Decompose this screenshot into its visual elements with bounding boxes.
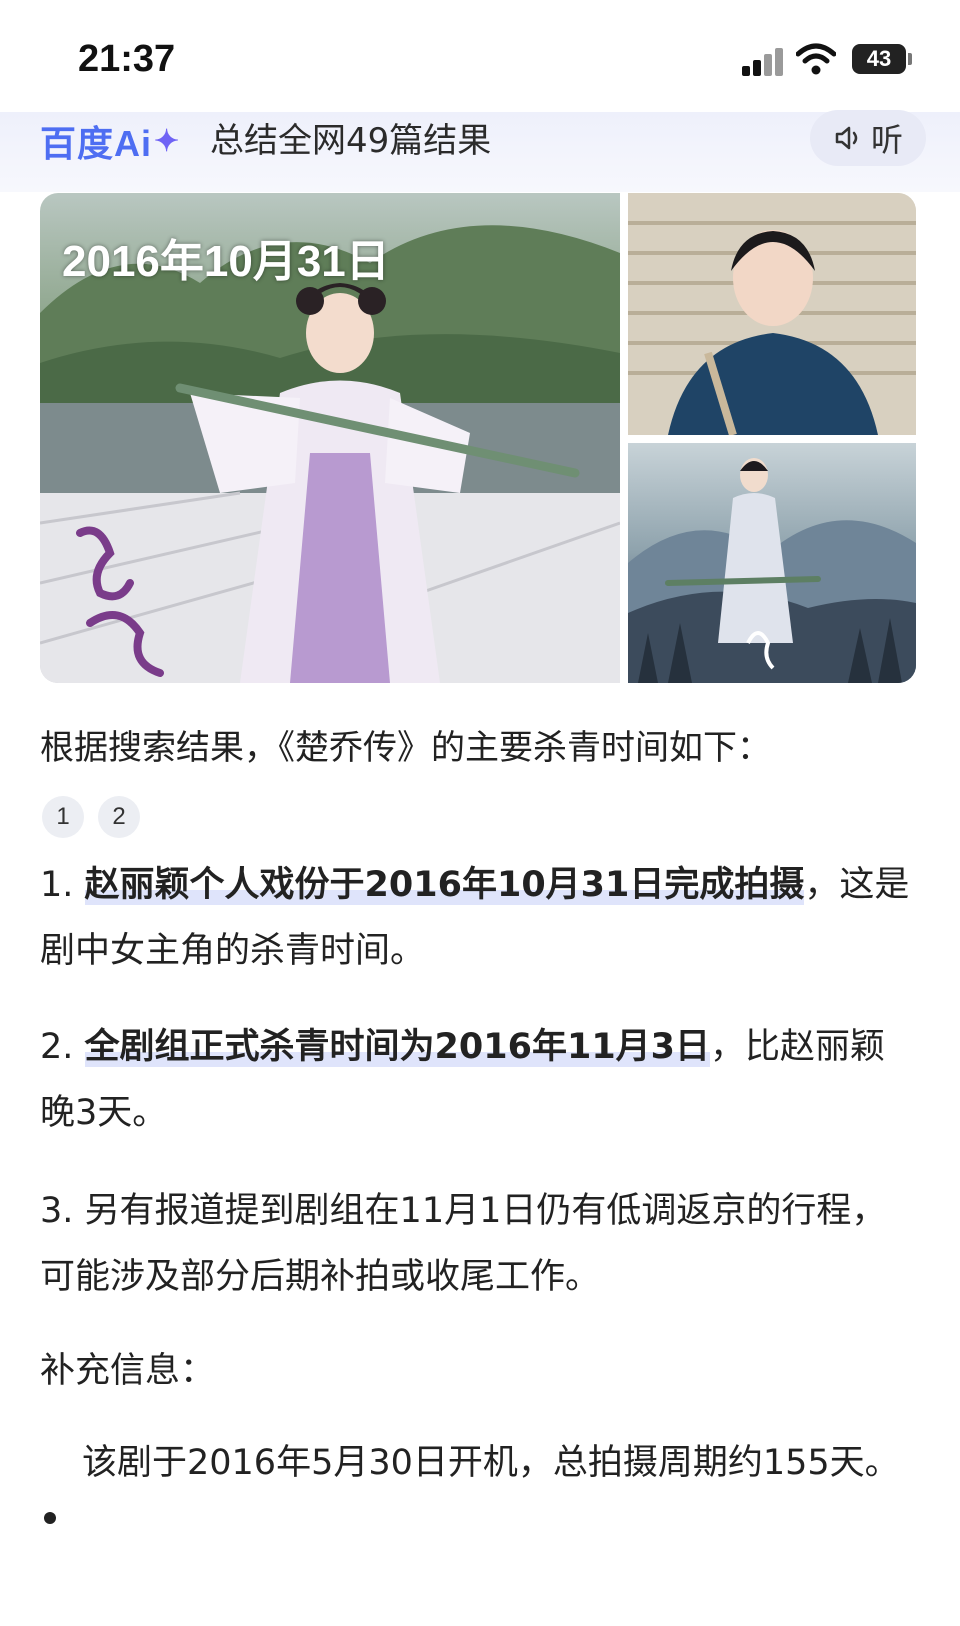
- baidu-ai-logo: 百度Ai ✦: [40, 116, 180, 166]
- item-highlight: 赵丽颖个人戏份于2016年10月31日完成拍摄: [84, 865, 805, 905]
- summary-title: 总结全网49篇结果: [210, 121, 492, 161]
- item-number: 2.: [40, 1027, 74, 1067]
- signal-icon: [742, 46, 786, 76]
- answer-item-3: 3. 另有报道提到剧组在11月1日仍有低调返京的行程，可能涉及部分后期补拍或收尾…: [40, 1178, 920, 1310]
- battery-tip: [908, 53, 912, 65]
- supplement-label: 补充信息：: [40, 1351, 216, 1391]
- answer-item-1: 1. 赵丽颖个人戏份于2016年10月31日完成拍摄，这是剧中女主角的杀青时间。: [40, 852, 920, 984]
- result-image-main[interactable]: 2016年10月31日: [40, 193, 620, 683]
- citation-list: 1 2: [42, 796, 140, 838]
- answer-intro: 根据搜索结果，《楚乔传》的主要杀青时间如下：: [40, 728, 771, 768]
- portrait-photo: [628, 193, 916, 435]
- wifi-icon: [796, 43, 836, 75]
- speaker-icon: [835, 126, 858, 150]
- item-text: 另有报道提到剧组在11月1日仍有低调返京的行程，可能涉及部分后期补拍或收尾工作。: [40, 1191, 887, 1297]
- result-image-top-right[interactable]: [628, 193, 916, 435]
- sparkle-icon: ✦: [154, 124, 181, 158]
- battery-icon: 43: [852, 44, 906, 74]
- citation-badge[interactable]: 2: [98, 796, 140, 838]
- item-number: 1.: [40, 865, 74, 905]
- brand-text: 百度Ai: [40, 123, 153, 164]
- citation-badge[interactable]: 1: [42, 796, 84, 838]
- answer-item-2: 2. 全剧组正式杀青时间为2016年11月3日，比赵丽颖晚3天。: [40, 1014, 920, 1146]
- item-highlight: 全剧组正式杀青时间为2016年11月3日: [84, 1027, 711, 1067]
- bullet-dot: [44, 1512, 56, 1524]
- item-number: 3.: [40, 1191, 74, 1231]
- supplement-bullet: 该剧于2016年5月30日开机，总拍摄周期约155天。: [82, 1443, 900, 1483]
- listen-button[interactable]: 听: [810, 110, 926, 166]
- image-date-overlay: 2016年10月31日: [62, 237, 390, 286]
- status-bar: 21:37 43: [0, 0, 960, 112]
- result-image-bottom-right[interactable]: [628, 443, 916, 683]
- listen-label: 听: [870, 121, 903, 159]
- status-time: 21:37: [78, 38, 176, 80]
- poster-photo: [628, 458, 916, 683]
